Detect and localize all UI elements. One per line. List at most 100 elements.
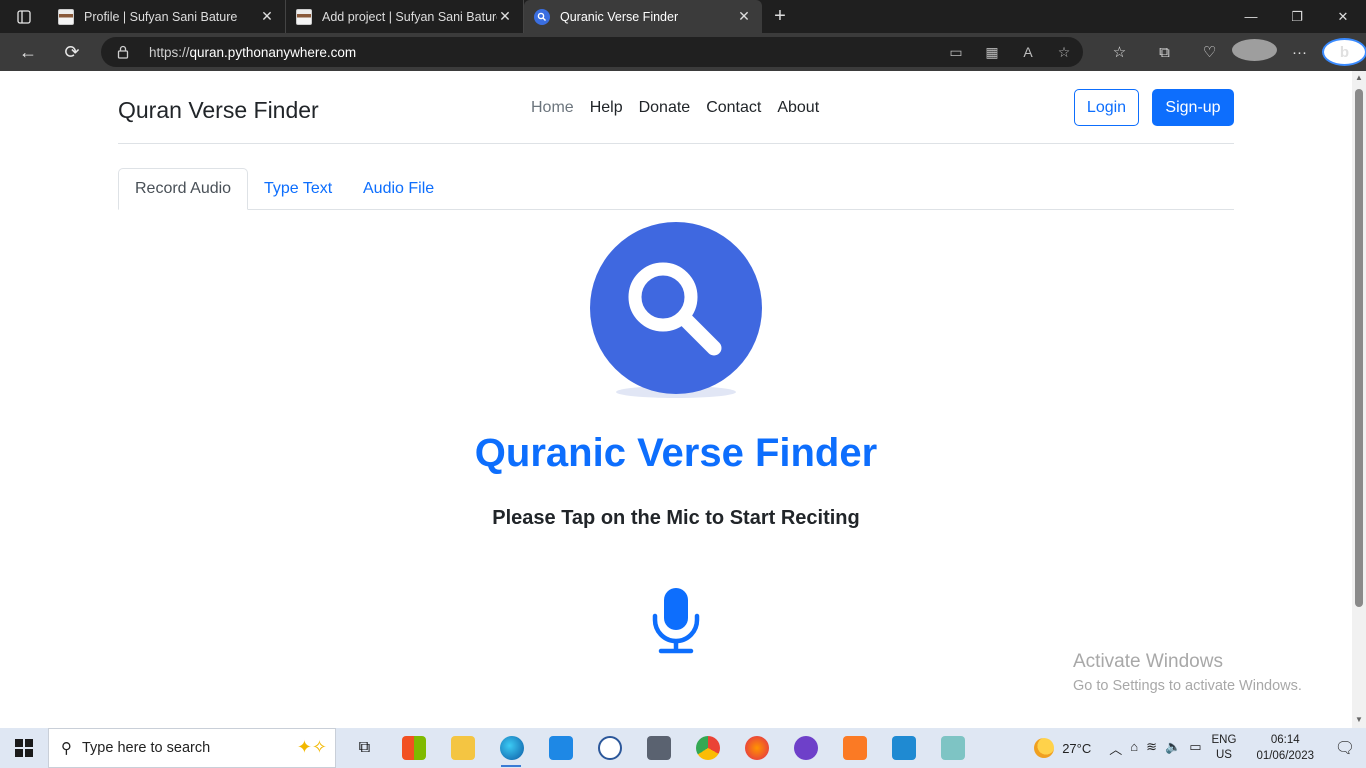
windows-start-icon[interactable] [0, 728, 48, 768]
tab-type-text[interactable]: Type Text [248, 168, 348, 210]
bing-logo: b [1322, 38, 1366, 66]
login-button[interactable]: Login [1074, 89, 1139, 126]
close-window-icon[interactable]: ✕ [1320, 0, 1366, 33]
xampp-icon[interactable] [830, 728, 879, 768]
activate-windows-watermark: Activate Windows Go to Settings to activ… [1073, 651, 1302, 694]
url-domain: quran.pythonanywhere.com [189, 44, 357, 60]
system-tray: 27°C ︿ ⌂ ≋ 🔈 ▭ ENG US 06:14 01/06/2023 🗨 [1034, 728, 1366, 768]
word-app-icon[interactable] [585, 728, 634, 768]
favorites-icon[interactable]: ☆ [1097, 43, 1142, 61]
vscode-icon[interactable] [879, 728, 928, 768]
scrollbar-thumb[interactable] [1355, 89, 1363, 607]
nav-contact-link[interactable]: Contact [706, 99, 761, 117]
profile-favicon-icon [296, 8, 312, 25]
tab-record-audio[interactable]: Record Audio [118, 168, 249, 210]
chrome-icon[interactable] [683, 728, 732, 768]
close-tab-icon[interactable]: ✕ [736, 8, 752, 25]
search-favicon-icon [534, 8, 550, 25]
url-text: https://quran.pythonanywhere.com [149, 45, 356, 60]
minimize-icon[interactable]: — [1228, 0, 1274, 33]
task-view-icon[interactable]: ⧉ [340, 728, 389, 768]
tab-label: Profile | Sufyan Sani Bature [84, 9, 238, 24]
tab-label: Add project | Sufyan Sani Bature [322, 9, 497, 24]
new-tab-button[interactable]: + [762, 0, 798, 33]
volume-icon[interactable]: 🔈 [1165, 739, 1181, 758]
signup-button[interactable]: Sign-up [1152, 89, 1234, 126]
bing-chat-icon[interactable]: b [1322, 38, 1366, 66]
read-aloud-icon[interactable]: A [1019, 44, 1037, 60]
nav-donate-link[interactable]: Donate [639, 99, 691, 117]
lang-bottom: US [1215, 749, 1232, 761]
camera-icon[interactable] [634, 728, 683, 768]
page-subtitle: Please Tap on the Mic to Start Reciting [492, 507, 860, 529]
wifi-icon[interactable]: ≋ [1146, 739, 1157, 758]
language-indicator[interactable]: ENG US [1212, 733, 1237, 763]
watermark-subtitle: Go to Settings to activate Windows. [1073, 678, 1302, 694]
taskbar-search-box[interactable]: ⚲ Type here to search ✦✧ [48, 728, 336, 768]
search-placeholder: Type here to search [82, 740, 211, 756]
microsoft-store-icon[interactable] [389, 728, 438, 768]
browser-tab-add-project[interactable]: Add project | Sufyan Sani Bature ✕ [286, 0, 524, 33]
nav-about-link[interactable]: About [777, 99, 819, 117]
sparkle-icon: ✦✧ [296, 737, 327, 757]
browser-tab-profile[interactable]: Profile | Sufyan Sani Bature ✕ [48, 0, 286, 33]
collections-icon[interactable]: ⧉ [1142, 44, 1187, 61]
browser-toolbar-right: ☆ ⧉ ♡ ··· b [1097, 33, 1366, 71]
profile-avatar-icon[interactable] [1232, 39, 1277, 65]
address-toolbar: ← ⟳ https://quran.pythonanywhere.com ▭ ▦… [0, 33, 1366, 71]
window-controls: — ❐ ✕ [1228, 0, 1366, 33]
site-brand[interactable]: Quran Verse Finder [118, 97, 319, 124]
browser-tab-strip: Profile | Sufyan Sani Bature ✕ Add proje… [0, 0, 1366, 33]
refresh-icon[interactable]: ⟳ [50, 33, 94, 71]
windows-taskbar: ⚲ Type here to search ✦✧ ⧉ 27°C ︿ ⌂ ≋ 🔈 … [0, 728, 1366, 768]
settings-more-icon[interactable]: ··· [1277, 44, 1322, 61]
address-bar-actions: ▭ ▦ A ☆ [947, 37, 1073, 67]
lock-icon [117, 45, 129, 59]
lang-top: ENG [1211, 734, 1237, 746]
notes-app-icon[interactable] [928, 728, 977, 768]
file-explorer-icon[interactable] [438, 728, 487, 768]
notifications-icon[interactable]: 🗨 [1330, 738, 1360, 758]
header-divider [118, 143, 1234, 144]
tab-label: Quranic Verse Finder [560, 9, 679, 24]
meet-icon[interactable]: ⌂ [1130, 739, 1138, 758]
firefox-icon[interactable] [732, 728, 781, 768]
performance-icon[interactable]: ♡ [1187, 43, 1232, 61]
page-scrollbar[interactable]: ▲ ▼ [1352, 71, 1366, 728]
restore-icon[interactable]: ❐ [1274, 0, 1320, 33]
main-nav: Home Help Donate Contact About [531, 99, 819, 117]
tab-audio-file[interactable]: Audio File [347, 168, 450, 210]
scroll-up-arrow-icon[interactable]: ▲ [1355, 74, 1363, 82]
browser-tab-quranic-verse-finder[interactable]: Quranic Verse Finder ✕ [524, 0, 762, 33]
page-title: Quranic Verse Finder [474, 431, 878, 475]
watermark-title: Activate Windows [1073, 651, 1223, 672]
taskbar-apps: ⧉ [340, 728, 977, 768]
url-prefix: https:// [149, 44, 190, 60]
app-available-icon[interactable]: ▭ [947, 44, 965, 61]
edge-browser-icon[interactable] [487, 728, 536, 768]
weather-widget[interactable]: 27°C [1034, 738, 1091, 758]
temperature-text: 27°C [1062, 740, 1092, 756]
clock-time: 06:14 [1270, 734, 1300, 746]
battery-icon[interactable]: ▭ [1189, 739, 1201, 758]
back-arrow-icon[interactable]: ← [6, 33, 50, 71]
avatar [1232, 39, 1277, 61]
taskbar-clock[interactable]: 06:14 01/06/2023 [1256, 732, 1314, 764]
github-desktop-icon[interactable] [781, 728, 830, 768]
tab-actions-icon[interactable] [0, 0, 48, 33]
show-hidden-icons-chevron-icon[interactable]: ︿ [1109, 739, 1122, 758]
add-favorite-icon[interactable]: ☆ [1055, 44, 1073, 61]
tray-icons: ︿ ⌂ ≋ 🔈 ▭ [1109, 739, 1201, 758]
qr-code-icon[interactable]: ▦ [983, 44, 1001, 61]
weather-sun-icon [1034, 738, 1055, 758]
address-bar[interactable]: https://quran.pythonanywhere.com ▭ ▦ A ☆ [101, 37, 1083, 67]
nav-home-link[interactable]: Home [531, 99, 574, 117]
scroll-down-arrow-icon[interactable]: ▼ [1355, 716, 1363, 724]
nav-help-link[interactable]: Help [590, 99, 623, 117]
microphone-icon[interactable] [651, 586, 701, 654]
mail-icon[interactable] [536, 728, 585, 768]
clock-date: 01/06/2023 [1256, 750, 1314, 762]
search-icon: ⚲ [61, 740, 72, 757]
close-tab-icon[interactable]: ✕ [497, 8, 513, 25]
close-tab-icon[interactable]: ✕ [259, 8, 275, 25]
